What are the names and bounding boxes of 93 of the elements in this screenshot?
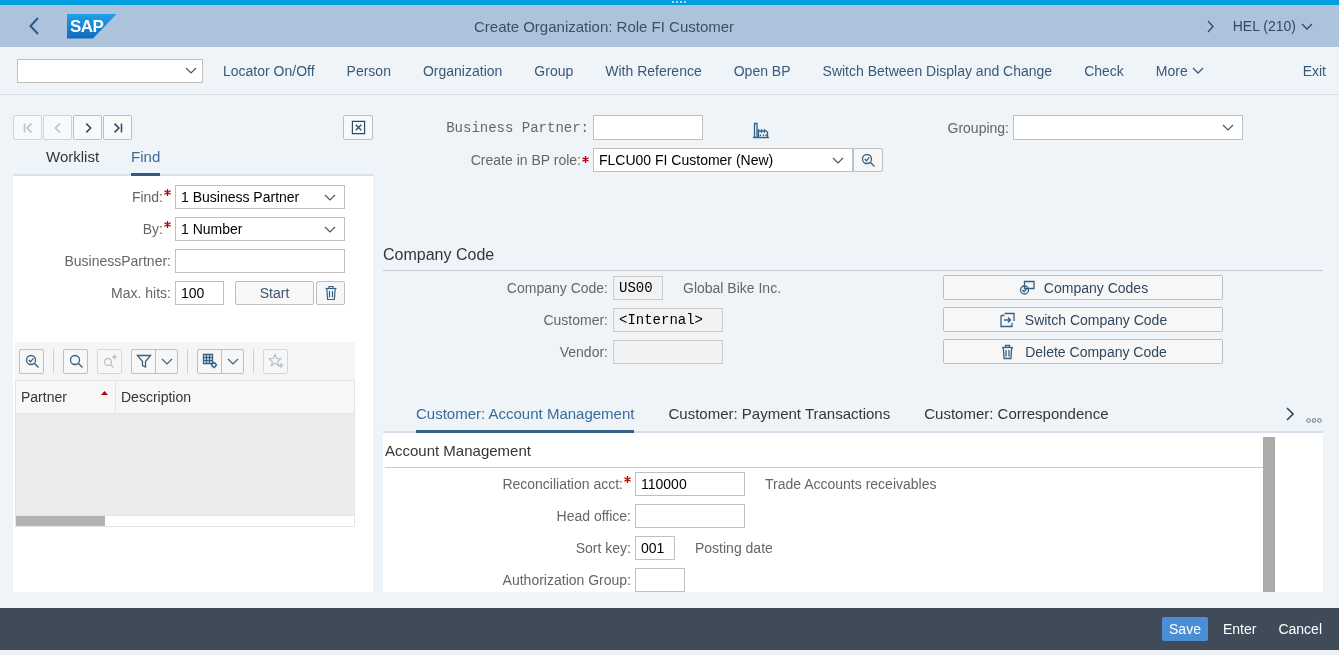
zoom-check-icon <box>23 353 40 369</box>
filter-icon <box>135 353 152 369</box>
field-label: Max. hits: <box>111 285 171 301</box>
start-button[interactable]: Start <box>235 281 314 305</box>
back-icon[interactable] <box>29 17 39 35</box>
chevron-down-icon <box>185 67 197 74</box>
search-icon <box>67 353 84 369</box>
field-label: Authorization Group: <box>502 572 631 588</box>
grid-gear-icon <box>201 353 218 369</box>
close-button[interactable] <box>343 115 373 140</box>
column-header[interactable]: Partner <box>16 381 116 413</box>
input-field[interactable]: 110000 <box>635 472 745 496</box>
window-title: Create Organization: Role FI Customer <box>474 17 735 35</box>
overflow-icon[interactable] <box>1306 417 1322 423</box>
field-label: Reconciliation acct: <box>502 476 623 492</box>
input-field[interactable] <box>593 115 703 140</box>
field-label: Business Partner: <box>446 119 589 136</box>
toolbar-button[interactable]: Check <box>1068 52 1140 89</box>
input-field[interactable] <box>175 249 345 273</box>
field-label: Sort key: <box>575 540 631 556</box>
toolbar-button[interactable]: Locator On/Off <box>207 52 331 89</box>
input-field[interactable] <box>613 340 723 364</box>
tab[interactable]: Worklist <box>46 140 100 176</box>
dropdown-field[interactable] <box>1013 115 1243 140</box>
delete-button[interactable]: Delete Company Code <box>943 339 1223 364</box>
field-label: Head office: <box>556 508 631 524</box>
exit-button[interactable]: Exit <box>1286 52 1339 89</box>
field-label: Vendor: <box>559 344 608 360</box>
toolbar-button[interactable]: Organization <box>406 52 519 89</box>
close-icon <box>350 120 366 135</box>
scrollbar-thumb[interactable] <box>16 516 105 526</box>
company-codes-button[interactable]: Company Codes <box>943 275 1223 300</box>
field-label: BusinessPartner: <box>64 253 171 269</box>
toolbar-button[interactable]: Person <box>330 52 407 89</box>
search-plus-icon <box>101 353 118 369</box>
input-field[interactable] <box>635 504 745 528</box>
tab[interactable]: Customer: Correspondence <box>924 397 1109 433</box>
dropdown-field[interactable] <box>17 58 203 83</box>
search-button[interactable] <box>853 148 883 172</box>
field-label: Company Code: <box>506 280 608 296</box>
delete-button[interactable] <box>316 281 345 305</box>
horizontal-scrollbar[interactable] <box>15 515 355 527</box>
chevron-down-icon <box>324 225 336 233</box>
switch-button[interactable]: Switch Company Code <box>943 307 1223 332</box>
field-label: Create in BP role: <box>470 152 581 168</box>
input-field[interactable]: US00 <box>613 276 663 300</box>
dropdown-field[interactable]: 1 Business Partner <box>175 185 345 209</box>
input-field[interactable]: <Internal> <box>613 308 723 332</box>
input-field[interactable]: 100 <box>175 281 224 305</box>
toolbar-button[interactable]: Group <box>518 52 590 89</box>
star-plus-icon <box>267 353 284 369</box>
field-label: Grouping: <box>947 119 1009 136</box>
box-arrow-icon <box>998 311 1016 328</box>
text-button[interactable]: Cancel <box>1271 617 1329 641</box>
field-label: Find: <box>131 189 163 205</box>
vertical-scrollbar[interactable] <box>1263 437 1275 592</box>
field-description: Posting date <box>695 540 773 556</box>
section-title: Account Management <box>385 441 531 459</box>
toolbar-button[interactable]: Switch Between Display and Change <box>806 52 1069 89</box>
filter-button[interactable] <box>131 348 178 374</box>
search-icon <box>860 152 876 168</box>
column-header[interactable]: Description <box>116 381 354 413</box>
chevron-right-icon[interactable] <box>1286 407 1294 421</box>
chevron-down-icon <box>1301 22 1313 30</box>
chevron-down-icon <box>1191 67 1204 74</box>
details-button[interactable] <box>19 348 44 374</box>
section-title: Company Code <box>383 246 495 264</box>
chevron-right-icon[interactable] <box>1206 19 1214 33</box>
chevron-down-icon <box>1222 124 1234 131</box>
toolbar-button[interactable]: Open BP <box>717 52 807 89</box>
field-label: Customer: <box>543 312 608 328</box>
app-logo: SAP <box>67 13 117 39</box>
layout-settings-button[interactable] <box>197 348 244 374</box>
field-label: By: <box>142 221 163 237</box>
toolbar-button[interactable]: With Reference <box>589 52 718 89</box>
card-check-icon <box>1017 279 1035 296</box>
building-icon[interactable] <box>752 122 770 139</box>
text-button[interactable]: Enter <box>1215 617 1264 641</box>
more-menu-button[interactable]: More <box>1139 52 1220 89</box>
chevron-down-icon <box>324 193 336 201</box>
input-field[interactable]: 001 <box>635 536 675 560</box>
drag-handle-icon[interactable] <box>672 1 686 3</box>
dropdown-field[interactable]: 1 Number <box>175 217 345 241</box>
chevron-down-icon <box>832 156 844 164</box>
field-description: Global Bike Inc. <box>683 280 782 296</box>
field-description: Trade Accounts receivables <box>765 476 937 492</box>
input-field[interactable] <box>635 568 685 592</box>
dropdown-field[interactable]: FLCU00 FI Customer (New) <box>593 148 853 172</box>
search-button[interactable] <box>63 348 88 374</box>
next-page-button[interactable] <box>73 115 102 140</box>
last-page-button[interactable] <box>103 115 132 140</box>
tab[interactable]: Customer: Payment Transactions <box>668 397 891 433</box>
system-menu-button[interactable]: HEL (210) <box>1232 18 1313 34</box>
